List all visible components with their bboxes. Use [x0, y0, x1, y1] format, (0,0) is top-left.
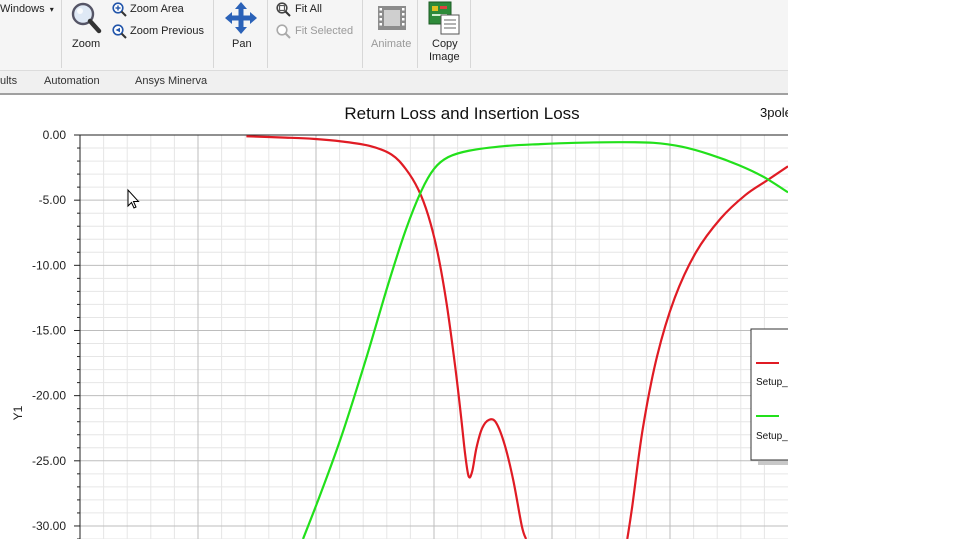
windows-label: Windows: [0, 3, 45, 15]
tab-automation[interactable]: Automation: [44, 75, 100, 87]
legend-entry-2: Setup_: [756, 431, 788, 442]
y-tick-label: -30.00: [32, 519, 66, 533]
animate-button[interactable]: Animate: [368, 0, 416, 56]
y-tick-label: -15.00: [32, 323, 66, 337]
chevron-down-icon: ▾: [49, 5, 54, 14]
series-line-2: [301, 141, 788, 539]
tab-results[interactable]: ults: [0, 75, 17, 87]
pan-label: Pan: [232, 38, 252, 50]
zoom-area-button[interactable]: Zoom Area: [112, 2, 198, 18]
zoom-previous-icon: [112, 24, 127, 39]
y-axis-label: Y1: [11, 405, 25, 420]
fit-all-button[interactable]: Fit All: [276, 2, 336, 18]
pan-arrows-icon: [225, 2, 257, 34]
series-line-0: [246, 135, 528, 539]
chart-area[interactable]: 0.00-5.00-10.00-15.00-20.00-25.00-30.00 …: [0, 96, 788, 539]
windows-menu[interactable]: Windows ▾: [0, 3, 54, 15]
zoom-previous-label: Zoom Previous: [130, 25, 204, 37]
fit-selected-button[interactable]: Fit Selected: [276, 24, 360, 40]
legend-entry-1: Setup_: [756, 377, 788, 388]
zoom-label: Zoom: [72, 38, 101, 50]
y-axis-ticks: [74, 134, 80, 539]
y-tick-label: 0.00: [43, 128, 67, 142]
copy-image-label-line1: Copy: [432, 38, 458, 50]
zoom-button[interactable]: Zoom: [66, 0, 106, 56]
zoom-previous-button[interactable]: Zoom Previous: [112, 24, 212, 40]
pan-button[interactable]: Pan: [222, 0, 260, 56]
tab-ansys-minerva[interactable]: Ansys Minerva: [135, 75, 207, 87]
zoom-area-label: Zoom Area: [130, 3, 184, 15]
fit-all-icon: [276, 2, 291, 17]
zoom-area-icon: [112, 2, 127, 17]
ribbon-toolbar: Windows ▾ Zoom Zoom Area Zoom Previous P…: [0, 0, 788, 71]
y-tick-label: -10.00: [32, 258, 66, 272]
fit-selected-icon: [276, 24, 291, 39]
grid-major: [80, 135, 788, 539]
y-tick-label: -25.00: [32, 454, 66, 468]
film-strip-icon: [378, 6, 406, 30]
animate-label: Animate: [371, 38, 412, 50]
series-layer: [246, 135, 788, 539]
app-window: Windows ▾ Zoom Zoom Area Zoom Previous P…: [0, 0, 788, 539]
copy-image-button[interactable]: Copy Image: [422, 0, 468, 66]
copy-image-icon: [428, 1, 460, 35]
ribbon-tabs: ults Automation Ansys Minerva: [0, 71, 788, 95]
y-axis-tick-labels: 0.00 -5.00 -10.00 -15.00 -20.00 -25.00 -30.00: [32, 128, 66, 533]
y-tick-label: -5.00: [39, 193, 67, 207]
fit-all-label: Fit All: [295, 3, 322, 15]
legend[interactable]: Setup_ Setup_: [750, 328, 788, 465]
fit-selected-label: Fit Selected: [295, 25, 354, 37]
magnifier-icon: [71, 2, 102, 34]
copy-image-label-line2: Image: [429, 51, 460, 63]
y-tick-label: -20.00: [32, 389, 66, 403]
mouse-cursor-icon: [127, 188, 140, 209]
report-plot[interactable]: Return Loss and Insertion Loss 3pole 0.0…: [0, 96, 788, 539]
